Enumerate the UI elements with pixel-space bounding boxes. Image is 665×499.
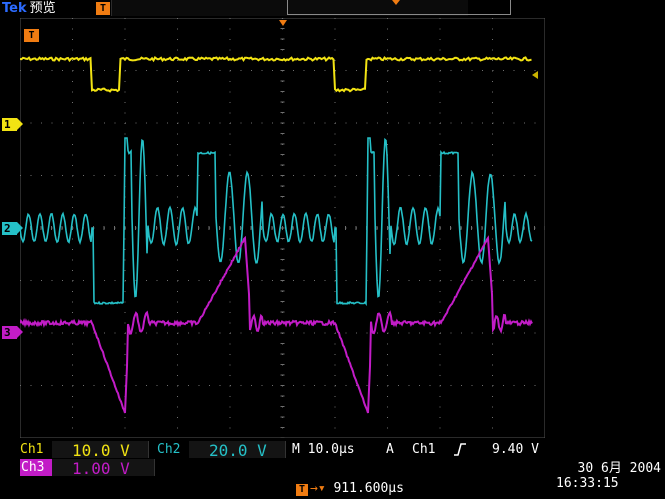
ch1-label: Ch1	[20, 442, 44, 457]
ch3-label: Ch3	[20, 459, 53, 476]
brand-logo: Tek	[2, 1, 27, 16]
horizontal-position[interactable]: T →▾ 911.600μs	[296, 480, 404, 497]
trigger-mode: A	[386, 442, 394, 457]
record-length-bar[interactable]	[111, 0, 511, 16]
record-view-window[interactable]	[287, 0, 511, 15]
ch3-ground-marker[interactable]: 3	[2, 326, 23, 339]
ch1-ground-marker[interactable]: 1	[2, 118, 23, 131]
trigger-source[interactable]: Ch1	[412, 441, 435, 458]
arrow-right-icon: →▾	[310, 481, 326, 496]
ch2-scale[interactable]: 20.0 V	[189, 441, 286, 460]
trigger-level[interactable]: 9.40 V	[492, 441, 539, 458]
ch1-scale[interactable]: 10.0 V	[52, 441, 149, 460]
position-value: 911.600μs	[333, 481, 404, 496]
timebase[interactable]: M 10.0μs	[292, 441, 355, 458]
ch2-label: Ch2	[157, 442, 181, 457]
date: 30 6月 2004	[577, 461, 661, 476]
ch2-ground-marker[interactable]: 2	[2, 222, 23, 235]
trigger-point-icon	[392, 0, 400, 5]
rising-edge-icon	[454, 443, 466, 456]
graticule[interactable]	[20, 18, 545, 438]
date-time: 30 6月 2004 16:33:15	[556, 461, 661, 491]
time: 16:33:15	[556, 476, 619, 491]
trigger-level-arrow-icon[interactable]	[532, 71, 538, 79]
top-status-bar: Tek 预览 T	[0, 0, 665, 18]
trigger-level-marker[interactable]: T	[24, 29, 39, 42]
brand: Tek 预览	[2, 0, 56, 17]
ch3-scale[interactable]: 1.00 V	[52, 459, 155, 478]
trigger-position-marker: T	[96, 2, 110, 15]
trigger-position-icon: T	[296, 484, 308, 496]
acquisition-mode: 预览	[29, 1, 56, 16]
